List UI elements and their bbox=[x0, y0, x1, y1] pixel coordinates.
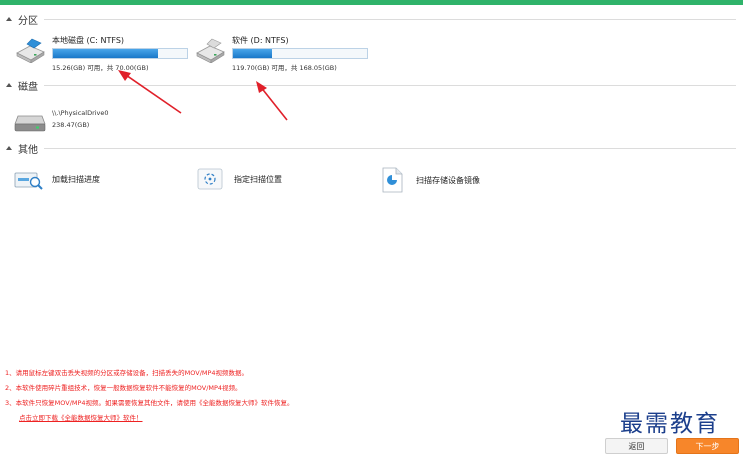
watermark-text: 最需教育 bbox=[620, 411, 720, 437]
annotation-arrow bbox=[256, 81, 288, 121]
note-line: 3、本软件只恢复MOV/MP4视频。如果需要恢复其他文件，请使用《全能数据恢复大… bbox=[5, 399, 294, 407]
annotation-arrow bbox=[118, 70, 182, 114]
back-button[interactable]: 返回 bbox=[605, 438, 668, 454]
download-link[interactable]: 点击立即下载《全能数据恢复大师》软件！ bbox=[19, 411, 294, 426]
instruction-notes: 1、请用鼠标左键双击丢失视频的分区或存储设备，扫描丢失的MOV/MP4视频数据。… bbox=[5, 366, 294, 426]
next-button[interactable]: 下一步 bbox=[676, 438, 739, 454]
note-line: 2、本软件使用碎片重组技术，恢复一般数据恢复软件不能恢复的MOV/MP4视频。 bbox=[5, 384, 242, 392]
note-line: 1、请用鼠标左键双击丢失视频的分区或存储设备，扫描丢失的MOV/MP4视频数据。 bbox=[5, 369, 249, 377]
